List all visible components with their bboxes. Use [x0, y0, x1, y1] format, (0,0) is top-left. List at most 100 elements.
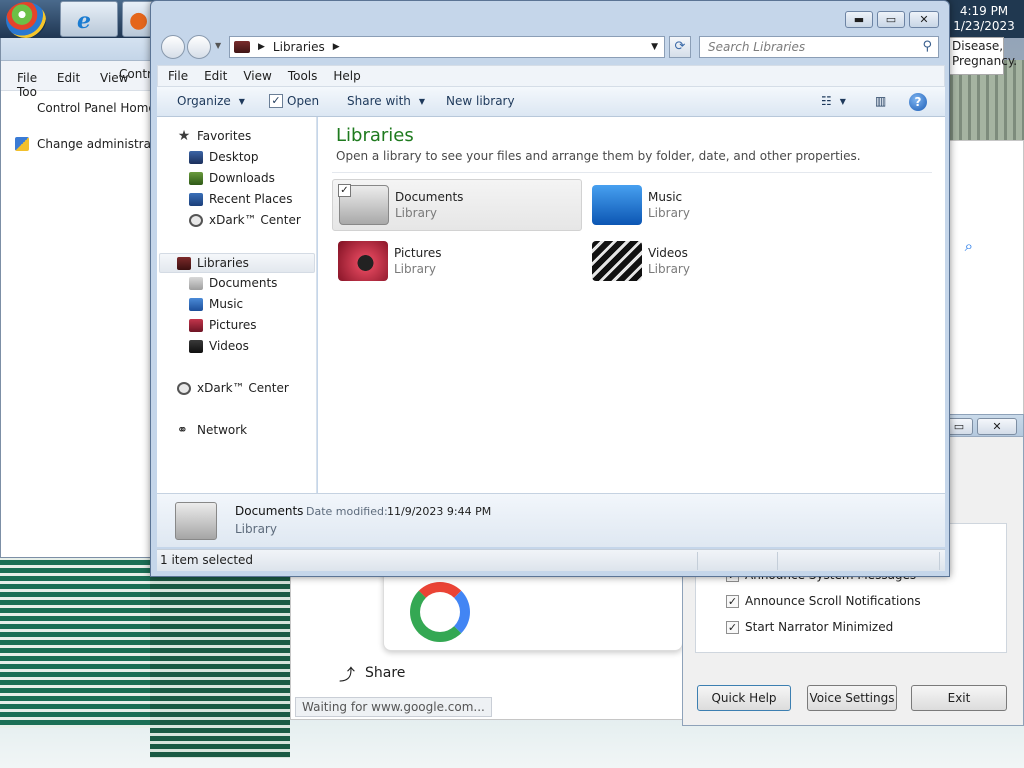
desktop-notice: Disease, Pregnancy. — [948, 37, 1018, 75]
control-panel-home-link[interactable]: Control Panel Home — [37, 101, 156, 115]
open-button[interactable]: ✓ Open — [269, 94, 319, 108]
announce-scroll-notifications[interactable]: ✓ Announce Scroll Notifications — [726, 594, 921, 608]
start-button[interactable] — [6, 2, 46, 38]
address-dropdown-icon[interactable]: ▼ — [651, 42, 658, 52]
close-button[interactable]: ✕ — [977, 418, 1017, 435]
notice-line: Pregnancy. — [952, 54, 1018, 68]
new-library-label: New library — [446, 94, 515, 108]
breadcrumb-separator-icon[interactable]: ▶ — [333, 42, 340, 52]
downloads-icon — [189, 171, 203, 185]
system-clock[interactable]: 4:19 PM 1/23/2023 — [944, 0, 1024, 38]
menu-file[interactable]: File — [168, 69, 188, 83]
breadcrumb-libraries[interactable]: Libraries — [273, 40, 325, 54]
nav-libraries[interactable]: Libraries — [159, 253, 315, 273]
nav-label: Network — [197, 423, 248, 437]
page-subtitle: Open a library to see your files and arr… — [336, 149, 861, 163]
desktop-icon — [189, 150, 203, 164]
address-bar[interactable]: ▶ Libraries ▶ ▼ — [229, 36, 665, 58]
nav-pictures[interactable]: Pictures — [189, 318, 257, 332]
start-narrator-minimized[interactable]: ✓ Start Narrator Minimized — [726, 620, 893, 634]
nav-network[interactable]: ⚭ Network — [177, 423, 247, 437]
nav-favorites[interactable]: ★ Favorites — [177, 127, 252, 144]
shield-icon — [15, 137, 29, 151]
selection-checkbox-icon[interactable]: ✓ — [338, 184, 351, 197]
search-input[interactable]: Search Libraries ⚲ — [699, 36, 939, 58]
xdark-icon — [189, 213, 203, 227]
navigation-pane: ★ Favorites Desktop Downloads Recent Pla… — [157, 117, 317, 493]
refresh-button[interactable]: ⟳ — [669, 36, 691, 58]
explorer-titlebar[interactable]: ▬ ▭ ✕ — [151, 1, 949, 33]
details-modified-value: 11/9/2023 9:44 PM — [387, 505, 492, 518]
search-icon[interactable]: ⌕ — [965, 237, 973, 255]
exit-button[interactable]: Exit — [911, 685, 1007, 711]
open-label: Open — [287, 94, 320, 108]
music-icon — [189, 297, 203, 311]
control-panel-window: Contr File Edit View Too Control Panel H… — [0, 28, 166, 558]
taskbar-internet-explorer[interactable]: e — [60, 1, 118, 37]
forward-button[interactable] — [187, 35, 211, 59]
preview-pane-icon: ▥ — [875, 94, 887, 108]
menu-file[interactable]: File — [17, 71, 37, 85]
checkbox-label: Announce Scroll Notifications — [745, 594, 921, 608]
documents-icon — [189, 276, 203, 290]
change-admin-link[interactable]: Change administrativ — [37, 137, 166, 151]
maximize-button[interactable]: ▭ — [877, 11, 905, 28]
close-button[interactable]: ✕ — [909, 11, 939, 28]
checkbox-icon[interactable]: ✓ — [726, 594, 739, 608]
menu-edit[interactable]: Edit — [57, 71, 80, 85]
tile-kind: Library — [648, 262, 690, 276]
recent-pages-dropdown[interactable]: ▼ — [215, 41, 221, 50]
videos-icon — [189, 339, 203, 353]
wallpaper-box — [0, 528, 150, 728]
star-icon: ★ — [177, 127, 191, 144]
details-kind: Library — [235, 522, 277, 536]
checkbox-label: Start Narrator Minimized — [745, 620, 894, 634]
minimize-button[interactable]: ▬ — [845, 11, 873, 28]
search-icon[interactable]: ⚲ — [922, 39, 932, 54]
nav-recent-places[interactable]: Recent Places — [189, 192, 292, 206]
nav-label: Documents — [209, 276, 278, 290]
nav-label: Downloads — [209, 171, 275, 185]
menu-tools[interactable]: Tools — [288, 69, 318, 83]
checkbox-icon[interactable]: ✓ — [726, 620, 739, 634]
menu-help[interactable]: Help — [333, 69, 360, 83]
nav-label: Favorites — [197, 129, 252, 143]
library-tile-videos[interactable]: Videos Library — [586, 235, 836, 287]
details-modified-label: Date modified: — [306, 505, 388, 518]
share-with-button[interactable]: Share with ▼ — [347, 94, 425, 108]
library-tile-pictures[interactable]: Pictures Library — [332, 235, 582, 287]
nav-desktop[interactable]: Desktop — [189, 150, 259, 164]
menu-view[interactable]: View — [243, 69, 271, 83]
nav-videos[interactable]: Videos — [189, 339, 249, 353]
library-tile-documents[interactable]: ✓ Documents Library — [332, 179, 582, 231]
chevron-down-icon: ▼ — [238, 96, 245, 106]
organize-button[interactable]: Organize ▼ — [177, 94, 245, 108]
menu-tools[interactable]: Too — [17, 85, 37, 99]
nav-xdark-center[interactable]: xDark™ Center — [177, 381, 289, 395]
control-panel-address[interactable]: Contr — [119, 67, 152, 81]
open-check-icon: ✓ — [269, 94, 283, 108]
music-library-icon — [592, 185, 642, 225]
chevron-down-icon: ▼ — [839, 96, 846, 106]
breadcrumb-separator-icon[interactable]: ▶ — [258, 42, 265, 52]
nav-xdark-center-fav[interactable]: xDark™ Center — [189, 213, 301, 227]
libraries-icon — [177, 256, 191, 270]
nav-music[interactable]: Music — [189, 297, 243, 311]
share-button[interactable]: Share — [365, 665, 405, 681]
change-view-button[interactable]: ☷ ▼ — [821, 94, 846, 108]
videos-library-icon — [592, 241, 642, 281]
new-library-button[interactable]: New library — [446, 94, 515, 108]
nav-documents[interactable]: Documents — [189, 276, 277, 290]
google-logo-icon — [410, 582, 470, 642]
menu-edit[interactable]: Edit — [204, 69, 227, 83]
preview-pane-button[interactable]: ▥ — [875, 94, 886, 108]
voice-settings-button[interactable]: Voice Settings — [807, 685, 897, 711]
help-icon[interactable]: ? — [909, 93, 927, 111]
back-button[interactable] — [161, 35, 185, 59]
nav-downloads[interactable]: Downloads — [189, 171, 275, 185]
search-placeholder: Search Libraries — [708, 40, 806, 54]
quick-help-button[interactable]: Quick Help — [697, 685, 791, 711]
status-divider — [697, 552, 698, 570]
nav-label: Recent Places — [209, 192, 293, 206]
library-tile-music[interactable]: Music Library — [586, 179, 836, 231]
